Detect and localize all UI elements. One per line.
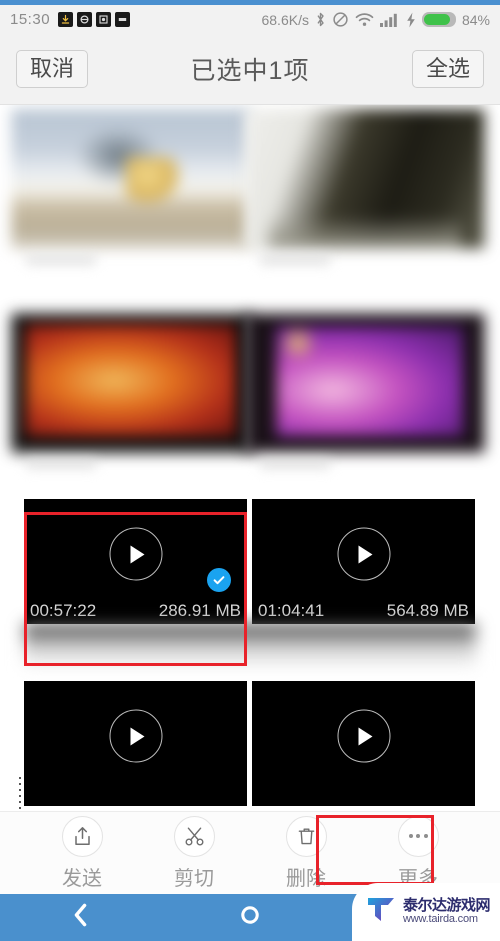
status-bar: 15:30 68.6K/s 84% bbox=[0, 5, 500, 34]
status-left-icons bbox=[58, 12, 131, 27]
watermark-title: 泰尔达游戏网 bbox=[403, 897, 491, 915]
video-duration: 01:04:41 bbox=[258, 601, 325, 620]
video-card-2[interactable]: 01:04:41 564.89 MB bbox=[252, 499, 475, 624]
photo-card-orange[interactable] bbox=[11, 313, 251, 490]
home-circle-icon[interactable] bbox=[238, 903, 262, 932]
play-icon[interactable] bbox=[337, 527, 390, 581]
media-grid-scroll-area[interactable]: 00:57:22 286.91 MB 01:04:41 564.89 MB bbox=[0, 105, 500, 811]
wifi-icon bbox=[355, 12, 374, 27]
photo-thumbnail bbox=[11, 109, 251, 249]
photo-caption bbox=[250, 256, 480, 286]
scroll-rail-dots bbox=[19, 777, 21, 811]
send-label: 发送 bbox=[62, 867, 102, 890]
video-row-2 bbox=[0, 666, 500, 806]
video-meta: 01:04:41 564.89 MB bbox=[252, 598, 475, 624]
ellipsis-icon bbox=[397, 815, 439, 857]
silent-icon bbox=[115, 12, 131, 27]
photo-thumbnail bbox=[11, 313, 251, 453]
cancel-button[interactable]: 取消 bbox=[16, 50, 89, 88]
action-toolbar: 发送 剪切 删除 更多 bbox=[0, 811, 500, 894]
delete-label: 删除 bbox=[286, 867, 326, 890]
photo-thumbnail bbox=[245, 109, 485, 249]
sync-icon bbox=[77, 12, 93, 27]
photo-card-purple[interactable] bbox=[245, 313, 485, 490]
network-speed-label: 68.6K/s bbox=[261, 11, 309, 28]
watermark-url: www.tairda.com bbox=[403, 913, 478, 926]
charging-icon bbox=[406, 12, 416, 28]
photo-caption bbox=[16, 460, 246, 490]
action-bar: 取消 已选中1项 全选 bbox=[0, 34, 500, 105]
play-icon[interactable] bbox=[109, 709, 162, 763]
dnd-icon bbox=[332, 11, 349, 28]
video-card-selected[interactable]: 00:57:22 286.91 MB bbox=[24, 499, 247, 624]
play-icon[interactable] bbox=[109, 527, 162, 581]
alarm-icon bbox=[96, 12, 112, 27]
photo-card-sky[interactable] bbox=[11, 109, 251, 286]
video-meta: 00:57:22 286.91 MB bbox=[24, 598, 247, 624]
watermark-logo-icon bbox=[364, 893, 398, 932]
back-chevron-icon[interactable] bbox=[72, 902, 89, 933]
play-icon[interactable] bbox=[337, 709, 390, 763]
video-caption-strip bbox=[24, 624, 476, 666]
status-right-icons: 68.6K/s 84% bbox=[261, 11, 490, 28]
battery-percent-label: 84% bbox=[461, 11, 490, 28]
select-all-button[interactable]: 全选 bbox=[411, 50, 484, 88]
photo-card-dark[interactable] bbox=[245, 109, 485, 286]
video-size: 286.91 MB bbox=[158, 601, 241, 620]
cut-label: 剪切 bbox=[174, 867, 214, 890]
status-clock: 15:30 bbox=[10, 11, 51, 28]
photo-caption bbox=[16, 256, 246, 286]
page-title: 已选中1项 bbox=[190, 57, 310, 85]
video-row-1: 00:57:22 286.91 MB 01:04:41 564.89 MB bbox=[0, 490, 500, 624]
photo-caption bbox=[250, 460, 480, 490]
trash-icon bbox=[285, 815, 327, 857]
video-card-3[interactable] bbox=[24, 681, 247, 806]
share-upload-icon bbox=[61, 815, 103, 857]
photo-row-2 bbox=[0, 286, 500, 490]
signal-icon bbox=[379, 12, 400, 27]
video-card-4[interactable] bbox=[252, 681, 475, 806]
selected-check-icon[interactable] bbox=[207, 568, 231, 592]
video-size: 564.89 MB bbox=[386, 601, 469, 620]
watermark: 泰尔达游戏网 www.tairda.com bbox=[352, 883, 500, 941]
cut-button[interactable]: 剪切 bbox=[151, 815, 237, 891]
download-icon bbox=[58, 12, 74, 27]
video-duration: 00:57:22 bbox=[30, 601, 97, 620]
photo-row-1 bbox=[0, 105, 500, 286]
photo-thumbnail bbox=[245, 313, 485, 453]
battery-icon bbox=[421, 12, 456, 27]
more-button[interactable]: 更多 bbox=[375, 815, 461, 891]
send-button[interactable]: 发送 bbox=[39, 815, 125, 891]
bluetooth-icon bbox=[315, 11, 326, 28]
scissors-icon bbox=[173, 815, 215, 857]
delete-button[interactable]: 删除 bbox=[263, 815, 349, 891]
